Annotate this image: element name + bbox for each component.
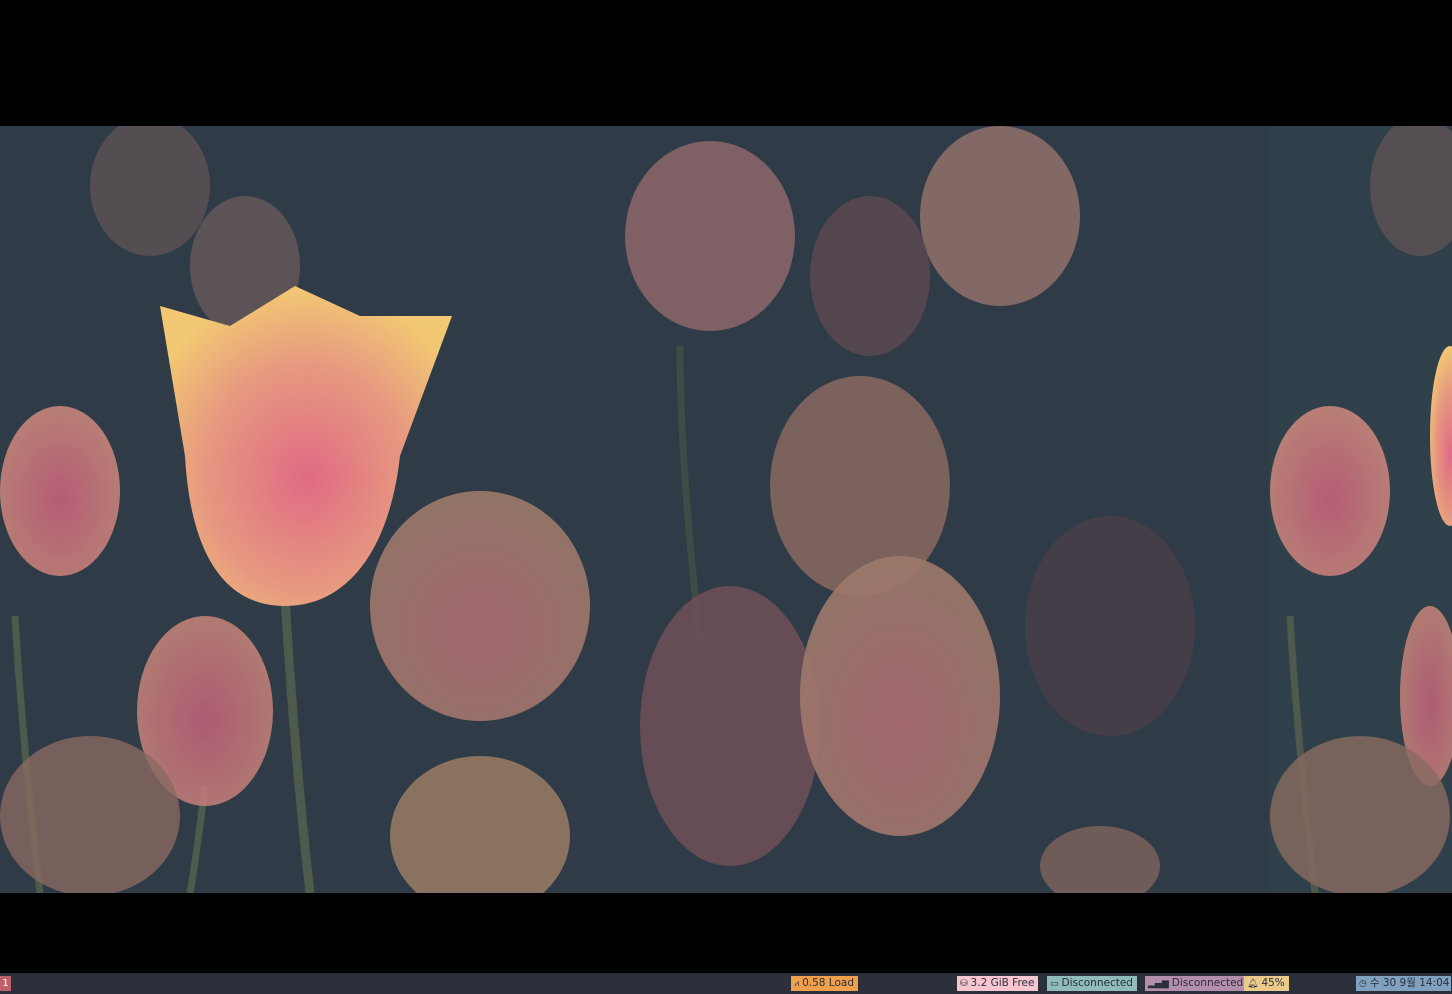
disk-icon: ⛁ [960, 979, 968, 989]
volume-module[interactable]: 🔔︎ 45% [1244, 976, 1289, 991]
wired-network-module[interactable]: ▭ Disconnected [1047, 976, 1137, 991]
load-text: 0.58 Load [802, 977, 854, 989]
letterbox-top [0, 0, 1452, 126]
monitor-icon: ▭ [1050, 979, 1059, 989]
clock-text: 수 30 9월 14:04 [1369, 977, 1450, 989]
clock-icon: ◷ [1359, 979, 1367, 989]
letterbox-bottom [0, 893, 1452, 973]
activity-icon: ⩘ [794, 979, 800, 989]
clock-module[interactable]: ◷ 수 30 9월 14:04 [1356, 976, 1451, 991]
signal-bars-icon: ▂▄▆ [1148, 979, 1169, 989]
bell-icon: 🔔︎ [1247, 979, 1259, 989]
wired-network-text: Disconnected [1061, 977, 1133, 989]
wireless-network-module[interactable]: ▂▄▆ Disconnected [1145, 976, 1248, 991]
load-module[interactable]: ⩘ 0.58 Load [791, 976, 858, 991]
disk-module[interactable]: ⛁ 3.2 GiB Free [957, 976, 1039, 991]
status-bar: 1 ⩘ 0.58 Load ⛁ 3.2 GiB Free ▭ Disconnected… [0, 973, 1452, 994]
wireless-network-text: Disconnected [1171, 977, 1244, 989]
volume-text: 45% [1261, 977, 1285, 989]
disk-text: 3.2 GiB Free [970, 977, 1035, 989]
tulip-wallpaper [0, 126, 1452, 893]
workspace-button[interactable]: 1 [0, 976, 11, 991]
desktop-wallpaper [0, 126, 1452, 893]
